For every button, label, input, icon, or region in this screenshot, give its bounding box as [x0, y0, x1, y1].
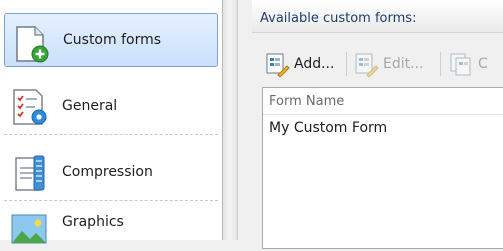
custom-forms-list[interactable]: Form Name My Custom Form	[262, 87, 503, 249]
form-name-cell: My Custom Form	[269, 120, 388, 136]
forms-toolbar: Add... Edit... C	[252, 44, 503, 84]
list-item[interactable]: My Custom Form	[263, 115, 503, 141]
add-form-button[interactable]: Add...	[264, 50, 334, 78]
graphics-icon	[11, 214, 47, 244]
copy-form-icon	[450, 53, 471, 76]
nav-item-compression[interactable]: Compression	[4, 143, 218, 201]
settings-nav: Custom forms General Compression Graphic…	[0, 0, 223, 244]
nav-item-general[interactable]: General	[4, 77, 218, 135]
column-header-label: Form Name	[269, 93, 345, 109]
toolbar-separator	[440, 52, 441, 76]
add-form-label: Add...	[294, 56, 335, 72]
copy-form-button[interactable]: C	[448, 50, 488, 78]
panel-title: Available custom forms:	[260, 11, 417, 26]
nav-item-label: Graphics	[62, 214, 124, 230]
general-settings-icon	[13, 89, 47, 125]
custom-forms-panel: Available custom forms: Add... Edit... C…	[252, 0, 503, 249]
edit-form-button[interactable]: Edit...	[353, 50, 423, 78]
compression-icon	[15, 155, 45, 191]
edit-form-label: Edit...	[383, 56, 424, 72]
toolbar-separator	[346, 52, 347, 76]
nav-item-graphics[interactable]: Graphics	[4, 200, 218, 244]
nav-item-custom-forms[interactable]: Custom forms	[4, 13, 218, 67]
nav-item-label: Compression	[62, 163, 153, 180]
nav-item-label: General	[62, 97, 118, 114]
add-form-icon	[266, 53, 290, 77]
panel-header: Available custom forms:	[252, 0, 503, 33]
column-header-form-name[interactable]: Form Name	[263, 88, 503, 115]
custom-form-add-icon	[16, 26, 49, 63]
panel-splitter[interactable]	[223, 0, 238, 240]
edit-form-icon	[355, 53, 379, 77]
copy-form-label: C	[478, 56, 488, 72]
nav-item-label: Custom forms	[63, 32, 162, 48]
